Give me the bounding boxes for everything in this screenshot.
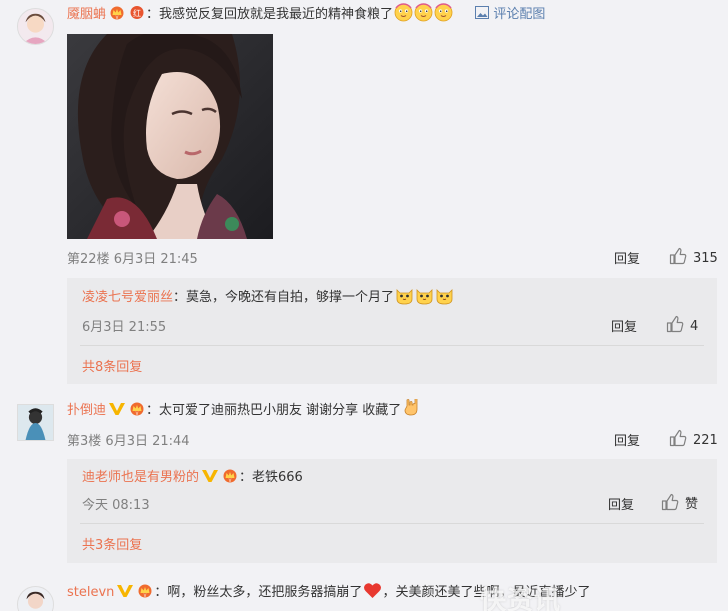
reply-button[interactable]: 回复 — [611, 316, 637, 335]
face-emoji-icon — [434, 3, 453, 22]
username-link[interactable]: 扑倒迪 — [67, 403, 106, 418]
like-count: 315 — [693, 251, 718, 266]
thumbs-up-icon — [666, 315, 684, 333]
comment-meta: 第3楼 6月3日 21:44 — [67, 430, 190, 449]
like-button[interactable]: 315 — [669, 247, 718, 266]
red-badge-icon — [128, 5, 146, 20]
comment-text: ：啊，粉丝太多，还把服务器搞崩了 — [154, 585, 363, 600]
heart-emoji-icon — [363, 581, 382, 600]
reply-username-link[interactable]: 凌凌七号爱丽丝 — [82, 290, 173, 305]
reply-text-line: 凌凌七号爱丽丝：莫急，今晚还有自拍，够撑一个月了 — [82, 286, 454, 308]
reply-username-link[interactable]: 迪老师也是有男粉的 — [82, 470, 199, 485]
timestamp: 6月3日 21:45 — [113, 252, 198, 267]
face-emoji-icon — [414, 3, 433, 22]
reply-panel: 凌凌七号爱丽丝：莫急，今晚还有自拍，够撑一个月了 6月3日 21:55 回复 4… — [67, 278, 717, 384]
face-emoji-icon — [394, 3, 413, 22]
comment-text-line: 扑倒迪 ：太可爱了迪丽热巴小朋友 谢谢分享 收藏了 — [67, 399, 421, 421]
reply-panel: 迪老师也是有男粉的 ：老铁666 今天 08:13 回复 赞 共3条回复 — [67, 459, 717, 563]
comment-text: ：太可爱了迪丽热巴小朋友 谢谢分享 收藏了 — [146, 403, 402, 418]
thumbs-up-icon — [669, 247, 687, 265]
comment-text-line: 魇胭蚺 ：我感觉反复回放就是我最近的精神食粮了 评论配图 — [67, 3, 545, 25]
divider — [80, 523, 704, 524]
comment-image-link[interactable]: 评论配图 — [475, 6, 545, 22]
floor-label: 第3楼 — [67, 434, 102, 449]
reply-button[interactable]: 回复 — [614, 430, 640, 449]
vip-badge-icon — [108, 5, 126, 20]
vip-badge-icon — [201, 468, 219, 483]
like-count: 4 — [690, 319, 699, 334]
reply-button[interactable]: 回复 — [608, 494, 634, 513]
reply-text: ：莫急，今晚还有自拍，够撑一个月了 — [173, 290, 395, 305]
like-count: 221 — [693, 433, 718, 448]
rock-hand-emoji-icon — [402, 399, 421, 418]
like-button[interactable]: 221 — [669, 429, 718, 448]
avatar[interactable] — [17, 586, 54, 611]
username-link[interactable]: stelevn — [67, 585, 114, 600]
comment-meta: 第22楼 6月3日 21:45 — [67, 248, 198, 267]
reply-timestamp: 今天 08:13 — [82, 498, 150, 513]
thumbs-up-icon — [661, 493, 679, 511]
divider — [80, 345, 704, 346]
reply-text-line: 迪老师也是有男粉的 ：老铁666 — [82, 467, 303, 489]
cat-emoji-icon — [415, 286, 434, 305]
cat-emoji-icon — [435, 286, 454, 305]
cat-emoji-icon — [395, 286, 414, 305]
reply-button[interactable]: 回复 — [614, 248, 640, 267]
vip-badge-icon — [108, 401, 126, 416]
reply-timestamp: 6月3日 21:55 — [82, 320, 167, 335]
crown-badge-icon — [128, 401, 146, 416]
like-button[interactable]: 4 — [666, 315, 698, 334]
more-replies-link[interactable]: 共3条回复 — [82, 534, 142, 553]
like-button[interactable]: 赞 — [661, 493, 698, 512]
crown-badge-icon — [136, 583, 154, 598]
more-replies-link[interactable]: 共8条回复 — [82, 356, 142, 375]
thumbs-up-icon — [669, 429, 687, 447]
avatar[interactable] — [17, 8, 54, 45]
floor-label: 第22楼 — [67, 252, 110, 267]
vip-badge-icon — [116, 583, 134, 598]
username-link[interactable]: 魇胭蚺 — [67, 7, 106, 22]
image-icon — [475, 6, 490, 19]
comment-image[interactable] — [67, 34, 273, 239]
timestamp: 6月3日 21:44 — [105, 434, 190, 449]
avatar[interactable] — [17, 404, 54, 441]
crown-badge-icon — [221, 468, 239, 483]
watermark: 快资讯 — [480, 586, 562, 611]
like-label: 赞 — [685, 497, 699, 512]
reply-text: ：老铁666 — [239, 470, 303, 485]
comment-text: ：我感觉反复回放就是我最近的精神食粮了 — [146, 7, 394, 22]
